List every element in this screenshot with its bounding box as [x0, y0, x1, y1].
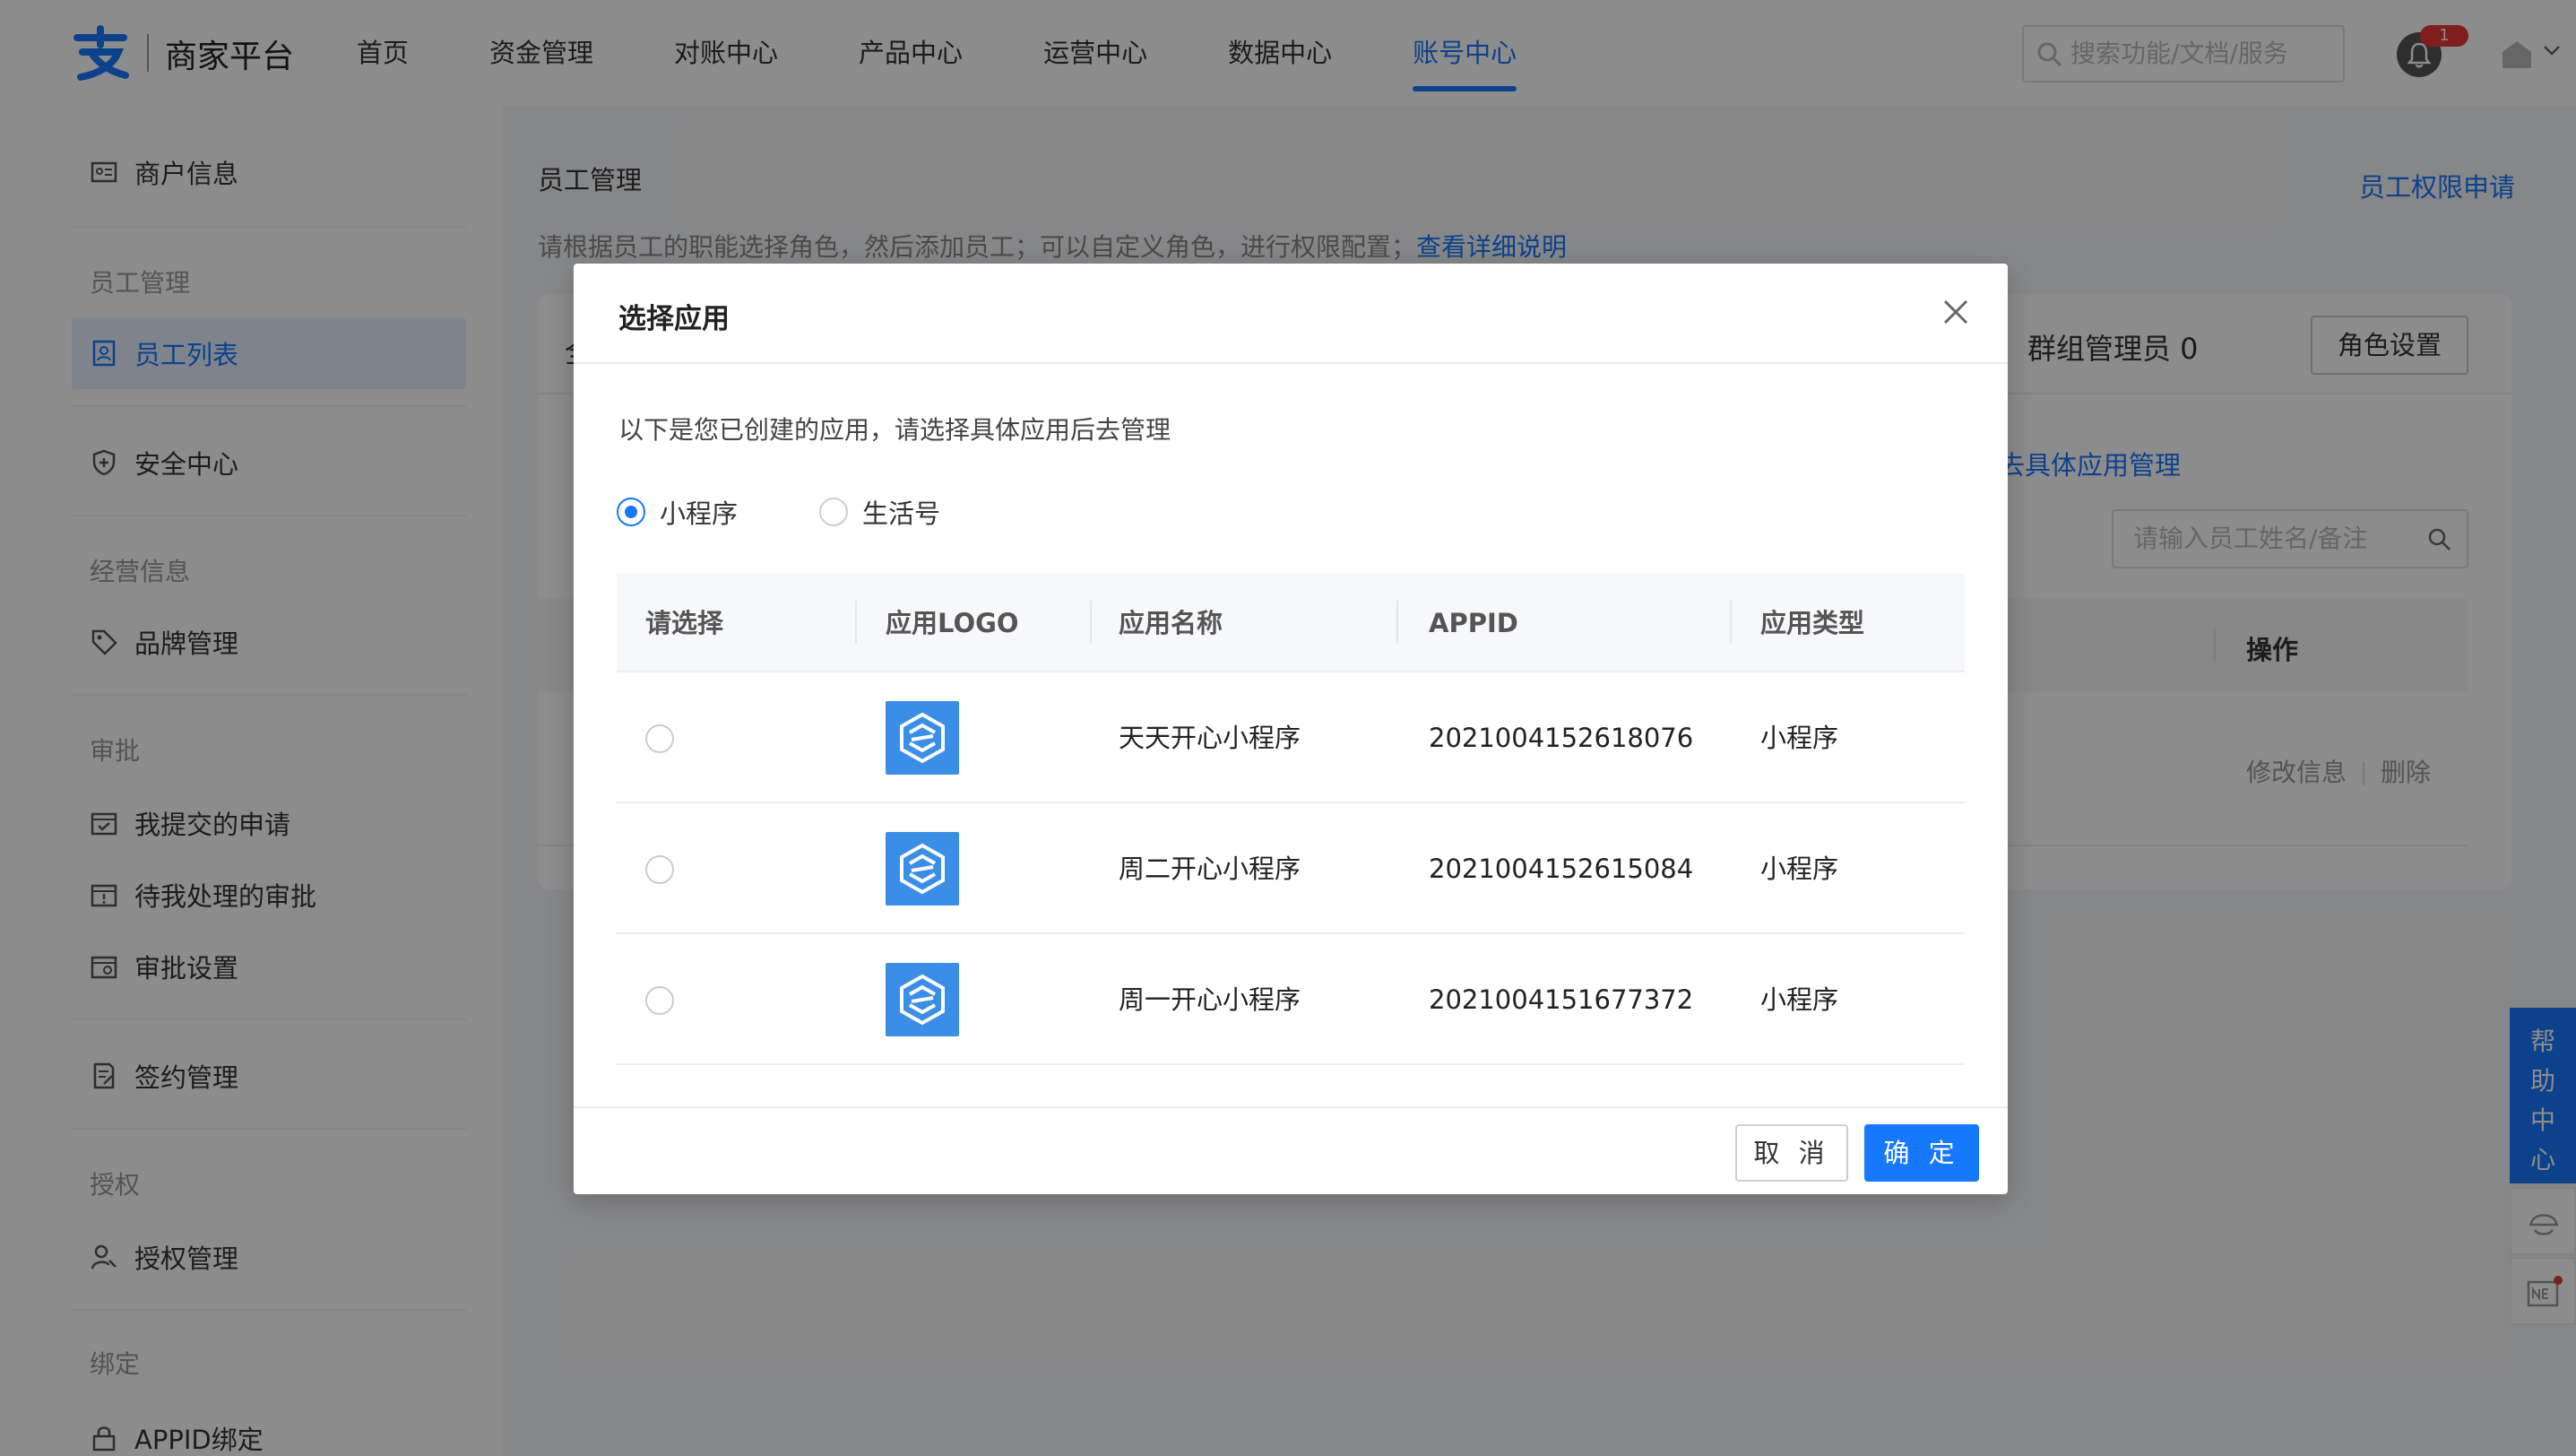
radio-label: 小程序 [660, 498, 739, 529]
column-separator [1090, 601, 1092, 644]
app-type: 小程序 [1760, 854, 1839, 884]
app-logo-icon [886, 963, 959, 1036]
table-header: 请选择 应用LOGO 应用名称 APPID 应用类型 [617, 574, 1965, 672]
radio-mini-program[interactable]: 小程序 [617, 493, 738, 531]
app-id: 2021004152615084 [1429, 854, 1694, 884]
radio-button-checked[interactable] [617, 498, 645, 526]
row-select-radio[interactable] [645, 724, 674, 753]
table-row[interactable]: 周二开心小程序 2021004152615084 小程序 [617, 803, 1965, 934]
app-id: 2021004151677372 [1429, 984, 1694, 1015]
dialog-description: 以下是您已创建的应用，请选择具体应用后去管理 [618, 415, 1171, 445]
app-logo-icon [886, 832, 959, 906]
column-header-type: 应用类型 [1760, 608, 1865, 638]
table-row[interactable]: 天天开心小程序 2021004152618076 小程序 [617, 672, 1965, 803]
cancel-button[interactable]: 取 消 [1735, 1124, 1848, 1182]
radio-life-account[interactable]: 生活号 [819, 493, 940, 531]
app-logo-icon [886, 701, 959, 775]
app-type: 小程序 [1760, 723, 1839, 753]
row-select-radio[interactable] [645, 986, 674, 1015]
confirm-button[interactable]: 确 定 [1864, 1124, 1979, 1182]
radio-label: 生活号 [862, 498, 941, 529]
close-icon[interactable] [1940, 296, 1972, 328]
dialog-header-divider [574, 362, 2008, 364]
column-header-select: 请选择 [645, 608, 724, 638]
column-header-appid: APPID [1429, 608, 1518, 638]
app-name: 周一开心小程序 [1119, 984, 1301, 1015]
column-separator [1730, 601, 1732, 644]
column-separator [855, 601, 857, 644]
app-name: 周二开心小程序 [1119, 854, 1301, 884]
dialog-title: 选择应用 [618, 303, 730, 335]
column-header-logo: 应用LOGO [886, 608, 1019, 638]
column-header-name: 应用名称 [1119, 608, 1223, 638]
apps-table: 请选择 应用LOGO 应用名称 APPID 应用类型 天天开心小程序 20210… [617, 574, 1965, 1065]
table-row[interactable]: 周一开心小程序 2021004151677372 小程序 [617, 934, 1965, 1065]
app-id: 2021004152618076 [1429, 723, 1694, 753]
row-select-radio[interactable] [645, 855, 674, 884]
dialog-footer-divider [574, 1106, 2008, 1108]
app-type: 小程序 [1760, 984, 1839, 1015]
app-name: 天天开心小程序 [1119, 723, 1301, 753]
column-separator [1396, 601, 1398, 644]
select-app-dialog: 选择应用 以下是您已创建的应用，请选择具体应用后去管理 小程序 生活号 请选择 … [574, 264, 2008, 1194]
page: 商家平台 首页 资金管理 对账中心 产品中心 运营中心 数据中心 账号中心 搜索… [0, 0, 2576, 1456]
radio-button[interactable] [819, 498, 848, 526]
